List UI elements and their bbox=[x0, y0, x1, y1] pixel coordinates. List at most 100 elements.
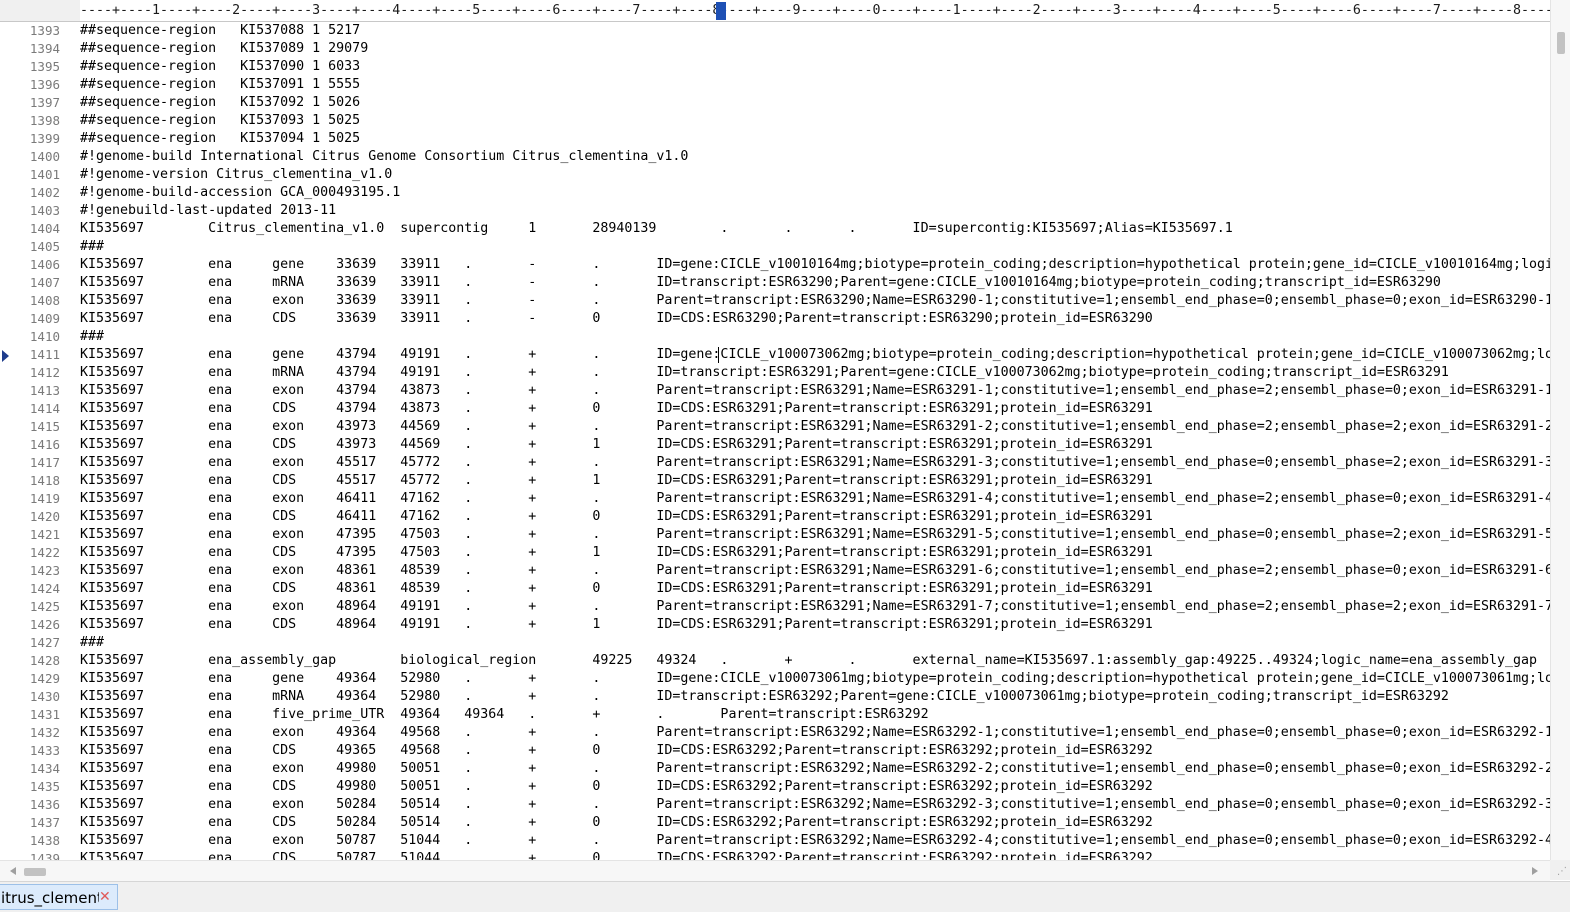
line-text[interactable]: ##sequence-region KI537090 1 6033 bbox=[80, 58, 360, 76]
editor-line[interactable]: 1421 KI535697 ena exon 47395 47503 . + . … bbox=[0, 526, 1550, 544]
editor-line[interactable]: 1434 KI535697 ena exon 49980 50051 . + . … bbox=[0, 760, 1550, 778]
editor-line[interactable]: 1417 KI535697 ena exon 45517 45772 . + . … bbox=[0, 454, 1550, 472]
editor-line[interactable]: 1431 KI535697 ena five_prime_UTR 49364 49… bbox=[0, 706, 1550, 724]
editor-line[interactable]: 1406 KI535697 ena gene 33639 33911 . - . … bbox=[0, 256, 1550, 274]
editor-line[interactable]: 1411 KI535697 ena gene 43794 49191 . + . … bbox=[0, 346, 1550, 364]
editor-line[interactable]: 1394 ##sequence-region KI537089 1 29079 bbox=[0, 40, 1550, 58]
line-text[interactable]: KI535697 ena mRNA 49364 52980 . + . ID=t… bbox=[80, 688, 1449, 706]
editor-line[interactable]: 1412 KI535697 ena mRNA 43794 49191 . + . … bbox=[0, 364, 1550, 382]
line-text[interactable]: KI535697 ena CDS 46411 47162 . + 0 ID=CD… bbox=[80, 508, 1153, 526]
editor-line[interactable]: 1433 KI535697 ena CDS 49365 49568 . + 0 I… bbox=[0, 742, 1550, 760]
line-text[interactable]: KI535697 ena five_prime_UTR 49364 49364 … bbox=[80, 706, 929, 724]
editor-line[interactable]: 1429 KI535697 ena gene 49364 52980 . + . … bbox=[0, 670, 1550, 688]
editor-line[interactable]: 1395 ##sequence-region KI537090 1 6033 bbox=[0, 58, 1550, 76]
editor-line[interactable]: 1419 KI535697 ena exon 46411 47162 . + . … bbox=[0, 490, 1550, 508]
line-text[interactable]: KI535697 ena exon 43794 43873 . + . Pare… bbox=[80, 382, 1550, 400]
line-text[interactable]: #!genebuild-last-updated 2013-11 bbox=[80, 202, 336, 220]
line-text[interactable]: KI535697 ena exon 49980 50051 . + . Pare… bbox=[80, 760, 1550, 778]
line-text[interactable]: KI535697 ena exon 43973 44569 . + . Pare… bbox=[80, 418, 1550, 436]
line-text[interactable]: KI535697 ena gene 49364 52980 . + . ID=g… bbox=[80, 670, 1550, 688]
editor-line[interactable]: 1414 KI535697 ena CDS 43794 43873 . + 0 I… bbox=[0, 400, 1550, 418]
line-text[interactable]: KI535697 ena exon 50284 50514 . + . Pare… bbox=[80, 796, 1550, 814]
line-text[interactable]: KI535697 ena gene 43794 49191 . + . ID=g… bbox=[80, 346, 1550, 364]
editor-line[interactable]: 1426 KI535697 ena CDS 48964 49191 . + 1 I… bbox=[0, 616, 1550, 634]
editor-line[interactable]: 1432 KI535697 ena exon 49364 49568 . + . … bbox=[0, 724, 1550, 742]
line-text[interactable]: #!genome-build International Citrus Geno… bbox=[80, 148, 688, 166]
editor-line[interactable]: 1400 #!genome-build International Citrus … bbox=[0, 148, 1550, 166]
line-text[interactable]: ##sequence-region KI537088 1 5217 bbox=[80, 22, 360, 40]
line-text[interactable]: ##sequence-region KI537089 1 29079 bbox=[80, 40, 368, 58]
line-text[interactable]: KI535697 ena exon 48361 48539 . + . Pare… bbox=[80, 562, 1550, 580]
line-text[interactable]: KI535697 ena CDS 50284 50514 . + 0 ID=CD… bbox=[80, 814, 1153, 832]
line-text[interactable]: KI535697 ena exon 49364 49568 . + . Pare… bbox=[80, 724, 1550, 742]
editor-line[interactable]: 1403 #!genebuild-last-updated 2013-11 bbox=[0, 202, 1550, 220]
editor-line[interactable]: 1413 KI535697 ena exon 43794 43873 . + . … bbox=[0, 382, 1550, 400]
line-text[interactable]: KI535697 ena CDS 50787 51044 . + 0 ID=CD… bbox=[80, 850, 1153, 860]
editor-line[interactable]: 1425 KI535697 ena exon 48964 49191 . + . … bbox=[0, 598, 1550, 616]
line-text[interactable]: KI535697 Citrus_clementina_v1.0 supercon… bbox=[80, 220, 1233, 238]
line-text[interactable]: KI535697 ena gene 33639 33911 . - . ID=g… bbox=[80, 256, 1550, 274]
editor-line[interactable]: 1415 KI535697 ena exon 43973 44569 . + . … bbox=[0, 418, 1550, 436]
editor-line[interactable]: 1409 KI535697 ena CDS 33639 33911 . - 0 I… bbox=[0, 310, 1550, 328]
editor-line[interactable]: 1430 KI535697 ena mRNA 49364 52980 . + . … bbox=[0, 688, 1550, 706]
line-text[interactable]: ### bbox=[80, 328, 104, 346]
horizontal-scroll-thumb[interactable] bbox=[24, 868, 46, 876]
vertical-scroll-thumb[interactable] bbox=[1557, 32, 1565, 54]
editor-line[interactable]: 1436 KI535697 ena exon 50284 50514 . + . … bbox=[0, 796, 1550, 814]
line-text[interactable]: KI535697 ena CDS 48964 49191 . + 1 ID=CD… bbox=[80, 616, 1153, 634]
editor-line[interactable]: 1424 KI535697 ena CDS 48361 48539 . + 0 I… bbox=[0, 580, 1550, 598]
close-icon[interactable]: ✕ bbox=[99, 888, 111, 906]
editor-line[interactable]: 1427 ### bbox=[0, 634, 1550, 652]
line-text[interactable]: KI535697 ena_assembly_gap biological_reg… bbox=[80, 652, 1537, 670]
line-text[interactable]: KI535697 ena CDS 33639 33911 . - 0 ID=CD… bbox=[80, 310, 1153, 328]
line-text[interactable]: ### bbox=[80, 238, 104, 256]
editor-line[interactable]: 1404 KI535697 Citrus_clementina_v1.0 supe… bbox=[0, 220, 1550, 238]
resize-grip-icon[interactable]: ⋰ bbox=[1557, 866, 1567, 877]
editor-line[interactable]: 1435 KI535697 ena CDS 49980 50051 . + 0 I… bbox=[0, 778, 1550, 796]
line-text[interactable]: KI535697 ena CDS 43973 44569 . + 1 ID=CD… bbox=[80, 436, 1153, 454]
line-text[interactable]: KI535697 ena exon 33639 33911 . - . Pare… bbox=[80, 292, 1550, 310]
line-text[interactable]: ##sequence-region KI537091 1 5555 bbox=[80, 76, 360, 94]
line-text[interactable]: KI535697 ena mRNA 33639 33911 . - . ID=t… bbox=[80, 274, 1441, 292]
scroll-right-arrow-icon[interactable] bbox=[1532, 867, 1538, 875]
line-text[interactable]: ##sequence-region KI537094 1 5025 bbox=[80, 130, 360, 148]
editor-line[interactable]: 1397 ##sequence-region KI537092 1 5026 bbox=[0, 94, 1550, 112]
editor-line[interactable]: 1437 KI535697 ena CDS 50284 50514 . + 0 I… bbox=[0, 814, 1550, 832]
line-text[interactable]: #!genome-build-accession GCA_000493195.1 bbox=[80, 184, 400, 202]
editor-line[interactable]: 1398 ##sequence-region KI537093 1 5025 bbox=[0, 112, 1550, 130]
editor-line[interactable]: 1418 KI535697 ena CDS 45517 45772 . + 1 I… bbox=[0, 472, 1550, 490]
editor-line[interactable]: 1402 #!genome-build-accession GCA_0004931… bbox=[0, 184, 1550, 202]
scroll-left-arrow-icon[interactable] bbox=[10, 867, 16, 875]
document-tab[interactable]: itrus_clementi ✕ bbox=[0, 884, 118, 910]
line-text[interactable]: KI535697 ena exon 48964 49191 . + . Pare… bbox=[80, 598, 1550, 616]
editor-line[interactable]: 1407 KI535697 ena mRNA 33639 33911 . - . … bbox=[0, 274, 1550, 292]
line-text[interactable]: KI535697 ena CDS 49980 50051 . + 0 ID=CD… bbox=[80, 778, 1153, 796]
editor-line[interactable]: 1416 KI535697 ena CDS 43973 44569 . + 1 I… bbox=[0, 436, 1550, 454]
editor-line[interactable]: 1399 ##sequence-region KI537094 1 5025 bbox=[0, 130, 1550, 148]
line-text[interactable]: KI535697 ena CDS 45517 45772 . + 1 ID=CD… bbox=[80, 472, 1153, 490]
line-text[interactable]: KI535697 ena CDS 48361 48539 . + 0 ID=CD… bbox=[80, 580, 1153, 598]
vertical-scrollbar[interactable] bbox=[1550, 0, 1570, 860]
line-text[interactable]: ### bbox=[80, 634, 104, 652]
editor-line[interactable]: 1422 KI535697 ena CDS 47395 47503 . + 1 I… bbox=[0, 544, 1550, 562]
editor-line[interactable]: 1428 KI535697 ena_assembly_gap biological… bbox=[0, 652, 1550, 670]
editor-line[interactable]: 1408 KI535697 ena exon 33639 33911 . - . … bbox=[0, 292, 1550, 310]
editor-line[interactable]: 1393 ##sequence-region KI537088 1 5217 bbox=[0, 22, 1550, 40]
editor-line[interactable]: 1401 #!genome-version Citrus_clementina_v… bbox=[0, 166, 1550, 184]
line-text[interactable]: KI535697 ena exon 46411 47162 . + . Pare… bbox=[80, 490, 1550, 508]
editor-line[interactable]: 1438 KI535697 ena exon 50787 51044 . + . … bbox=[0, 832, 1550, 850]
editor-line[interactable]: 1439 KI535697 ena CDS 50787 51044 . + 0 I… bbox=[0, 850, 1550, 860]
line-text[interactable]: KI535697 ena CDS 49365 49568 . + 0 ID=CD… bbox=[80, 742, 1153, 760]
line-text[interactable]: KI535697 ena exon 45517 45772 . + . Pare… bbox=[80, 454, 1550, 472]
text-editor[interactable]: 1393 ##sequence-region KI537088 1 5217 139… bbox=[0, 22, 1550, 860]
line-text[interactable]: ##sequence-region KI537093 1 5025 bbox=[80, 112, 360, 130]
editor-line[interactable]: 1423 KI535697 ena exon 48361 48539 . + . … bbox=[0, 562, 1550, 580]
horizontal-scrollbar[interactable] bbox=[0, 860, 1550, 881]
line-text[interactable]: KI535697 ena mRNA 43794 49191 . + . ID=t… bbox=[80, 364, 1449, 382]
editor-line[interactable]: 1410 ### bbox=[0, 328, 1550, 346]
line-text[interactable]: KI535697 ena CDS 43794 43873 . + 0 ID=CD… bbox=[80, 400, 1153, 418]
line-text[interactable]: KI535697 ena CDS 47395 47503 . + 1 ID=CD… bbox=[80, 544, 1153, 562]
line-text[interactable]: KI535697 ena exon 47395 47503 . + . Pare… bbox=[80, 526, 1550, 544]
editor-line[interactable]: 1396 ##sequence-region KI537091 1 5555 bbox=[0, 76, 1550, 94]
editor-line[interactable]: 1405 ### bbox=[0, 238, 1550, 256]
